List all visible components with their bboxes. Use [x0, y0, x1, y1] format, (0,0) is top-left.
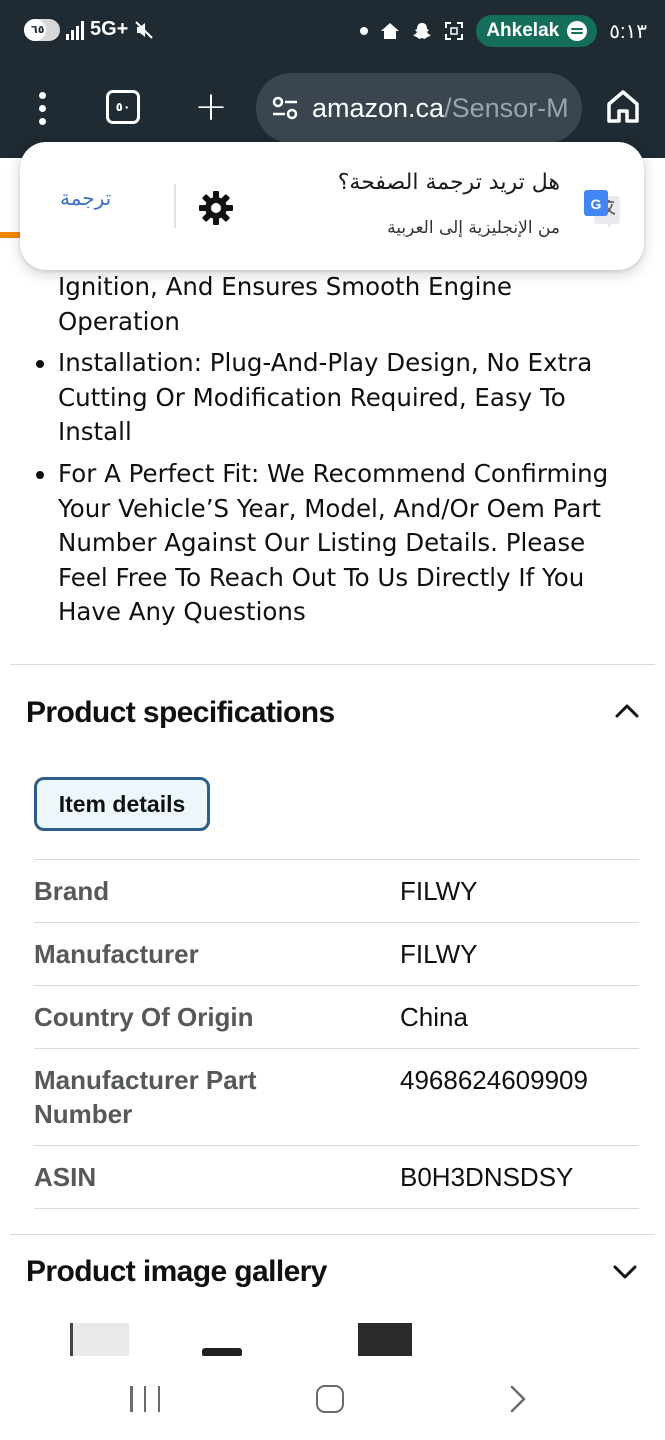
- translate-button[interactable]: ترجمة: [60, 186, 111, 210]
- table-row: Country Of Origin China: [34, 985, 639, 1049]
- table-row: ASIN B0H3DNSDSY: [34, 1145, 639, 1209]
- back-icon[interactable]: [504, 1384, 532, 1414]
- tab-count: ٥٠: [115, 100, 131, 114]
- chevron-down-icon[interactable]: [611, 1258, 639, 1286]
- translate-prompt: ترجمة هل تريد ترجمة الصفحة؟ من الإنجليزي…: [20, 142, 644, 270]
- network-type: 5G+: [90, 18, 129, 40]
- battery-indicator: ٦٥: [24, 18, 60, 41]
- item-details-tab[interactable]: Item details: [34, 777, 210, 831]
- product-content: Ignition, And Ensures Smooth Engine Oper…: [0, 270, 665, 637]
- media-pill[interactable]: Ahkelak: [476, 15, 598, 47]
- section-divider: [10, 1234, 655, 1235]
- status-left: ٦٥ 5G+: [24, 18, 154, 41]
- screenshot-icon: [445, 22, 464, 40]
- tune-icon[interactable]: [270, 93, 300, 123]
- battery-level: ٦٥: [31, 23, 45, 36]
- home-button-icon[interactable]: [316, 1385, 344, 1413]
- mute-icon: [135, 20, 154, 39]
- url-bar[interactable]: amazon.ca/Sensor-M: [256, 73, 582, 143]
- svg-text:G: G: [591, 196, 602, 212]
- spec-table: Brand FILWY Manufacturer FILWY Country O…: [34, 859, 639, 1209]
- table-row: Manufacturer FILWY: [34, 922, 639, 986]
- spec-key: Country Of Origin: [34, 1002, 254, 1032]
- feature-bullets: Ignition, And Ensures Smooth Engine Oper…: [0, 270, 665, 630]
- url-domain: amazon.ca: [312, 92, 445, 123]
- url-text: amazon.ca/Sensor-M: [312, 93, 569, 124]
- table-row: Manufacturer Part Number 4968624609909: [34, 1048, 639, 1146]
- translate-divider: [174, 184, 176, 228]
- feature-bullet-partial: Ignition, And Ensures Smooth Engine Oper…: [58, 272, 512, 336]
- section-divider: [10, 664, 655, 665]
- snapchat-icon: [413, 23, 432, 39]
- browser-chrome: ٦٥ 5G+ Ahkelak ٥:١٣ ٥٠ + amazon.ca/Senso…: [0, 0, 665, 158]
- spotify-icon: [567, 21, 588, 41]
- browser-toolbar: ٥٠ + amazon.ca/Sensor-M: [0, 70, 665, 146]
- system-nav-bar: [0, 1356, 665, 1440]
- translate-title: هل تريد ترجمة الصفحة؟: [337, 170, 560, 195]
- home-icon[interactable]: [600, 84, 646, 130]
- product-image-gallery-heading[interactable]: Product image gallery: [26, 1255, 327, 1289]
- feature-bullet: For A Perfect Fit: We Recommend Confirmi…: [0, 457, 665, 630]
- spec-key: ASIN: [34, 1162, 97, 1192]
- status-right: Ahkelak ٥:١٣: [360, 15, 647, 47]
- spec-value: 4968624609909: [400, 1065, 588, 1095]
- spec-value: FILWY: [400, 876, 478, 906]
- tab-switcher-icon[interactable]: ٥٠: [106, 90, 140, 124]
- gallery-thumbnail[interactable]: [70, 1323, 129, 1357]
- spec-value: China: [400, 1002, 468, 1032]
- table-row: Brand FILWY: [34, 859, 639, 923]
- media-pill-label: Ahkelak: [486, 20, 560, 41]
- gallery-thumbnail[interactable]: [358, 1323, 412, 1357]
- spec-value: FILWY: [400, 939, 478, 969]
- plus-icon[interactable]: +: [190, 86, 232, 128]
- chevron-up-icon[interactable]: [613, 697, 641, 725]
- spec-key: Manufacturer Part Number: [34, 1065, 257, 1129]
- google-translate-icon: G: [584, 190, 620, 228]
- gear-icon[interactable]: [196, 188, 236, 228]
- kebab-menu-icon[interactable]: [22, 78, 62, 138]
- signal-icon: [66, 20, 84, 40]
- url-path: /Sensor-M: [444, 92, 569, 123]
- spec-key: Manufacturer: [34, 939, 199, 969]
- clock: ٥:١٣: [609, 20, 647, 43]
- status-bar: ٦٥ 5G+ Ahkelak ٥:١٣: [0, 0, 665, 62]
- spec-value: B0H3DNSDSY: [400, 1162, 574, 1192]
- recents-icon[interactable]: [130, 1386, 160, 1412]
- house-notification-icon: [381, 23, 400, 39]
- item-details-label: Item details: [58, 790, 186, 817]
- notification-dot-icon: [360, 27, 369, 35]
- product-specifications-heading[interactable]: Product specifications: [26, 696, 335, 730]
- feature-bullet: Installation: Plug-And-Play Design, No E…: [0, 346, 665, 450]
- spec-key: Brand: [34, 876, 110, 906]
- translate-subtitle: من الإنجليزية إلى العربية: [387, 218, 560, 238]
